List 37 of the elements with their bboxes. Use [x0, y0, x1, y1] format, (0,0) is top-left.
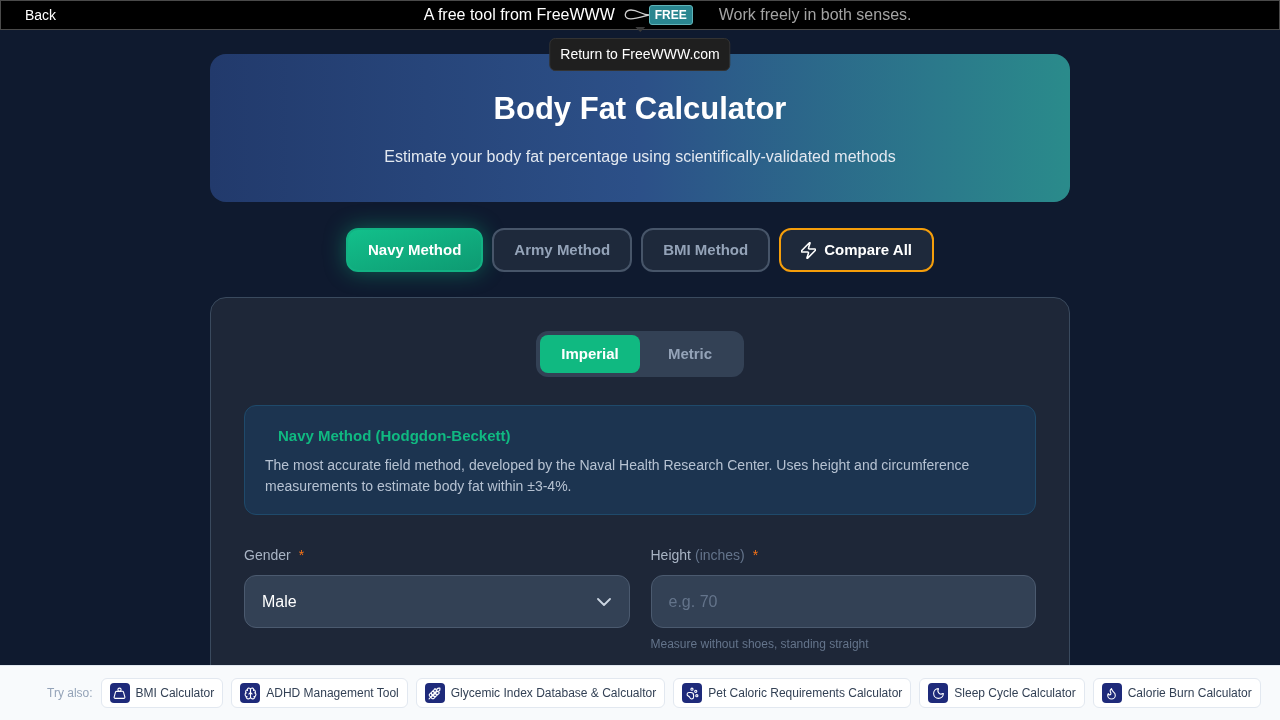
- dropdown-select[interactable]: Male: [244, 575, 630, 628]
- compare-all-tab[interactable]: Compare All: [779, 228, 934, 272]
- related-tool-link[interactable]: BMI Calculator: [100, 678, 224, 708]
- brain-icon: [240, 683, 261, 703]
- required-mark: *: [752, 546, 759, 565]
- wheat-icon: [424, 683, 445, 703]
- field-label: Gender: [244, 546, 291, 565]
- unit-option[interactable]: Metric: [640, 335, 740, 373]
- string-loop-icon: [622, 8, 649, 22]
- tooltip-pointer-icon: [635, 27, 645, 32]
- related-tool-link[interactable]: ADHD Management Tool: [231, 678, 408, 708]
- chevron-down-icon: [596, 597, 611, 606]
- paw-print-icon: [682, 683, 703, 703]
- tooltip: Return to FreeWWW.com: [549, 38, 731, 71]
- required-mark: *: [298, 546, 305, 565]
- info-title: Navy Method (Hodgdon-Beckett): [278, 426, 511, 446]
- method-tab[interactable]: BMI Method: [641, 228, 771, 272]
- flame-icon: [1101, 683, 1122, 703]
- field-label: Height: [650, 546, 691, 565]
- unit-label: (inches): [694, 546, 745, 565]
- field-hint: Measure without shoes, standing straight: [650, 636, 870, 652]
- method-tab[interactable]: Army Method: [492, 228, 633, 272]
- try-also-label: Try also:: [47, 685, 93, 702]
- tagline: A free tool from FreeWWW: [423, 5, 615, 25]
- logo-link[interactable]: FREE: [648, 5, 693, 25]
- back-link[interactable]: Back: [25, 4, 57, 26]
- related-tool-link[interactable]: Sleep Cycle Calculator: [919, 678, 1085, 708]
- moon-icon: [928, 683, 949, 703]
- motto: Work freely in both senses.: [718, 5, 912, 25]
- weight-icon: [109, 683, 130, 703]
- related-tool-link[interactable]: Pet Caloric Requirements Calculator: [673, 678, 912, 708]
- page-subtitle: Estimate your body fat percentage using scientifically-validated methods: [384, 146, 896, 167]
- page-title: Body Fat Calculator: [493, 89, 787, 128]
- related-tool-link[interactable]: Glycemic Index Database & Calcualtor: [415, 678, 666, 708]
- info-text: The most accurate field method, developed by the Naval Health Research Center. Uses height and circumference measurements to estimate body fat within ±3-4%.: [265, 456, 971, 496]
- related-tool-link[interactable]: Calorie Burn Calculator: [1092, 678, 1261, 708]
- lightning-icon: [801, 241, 817, 259]
